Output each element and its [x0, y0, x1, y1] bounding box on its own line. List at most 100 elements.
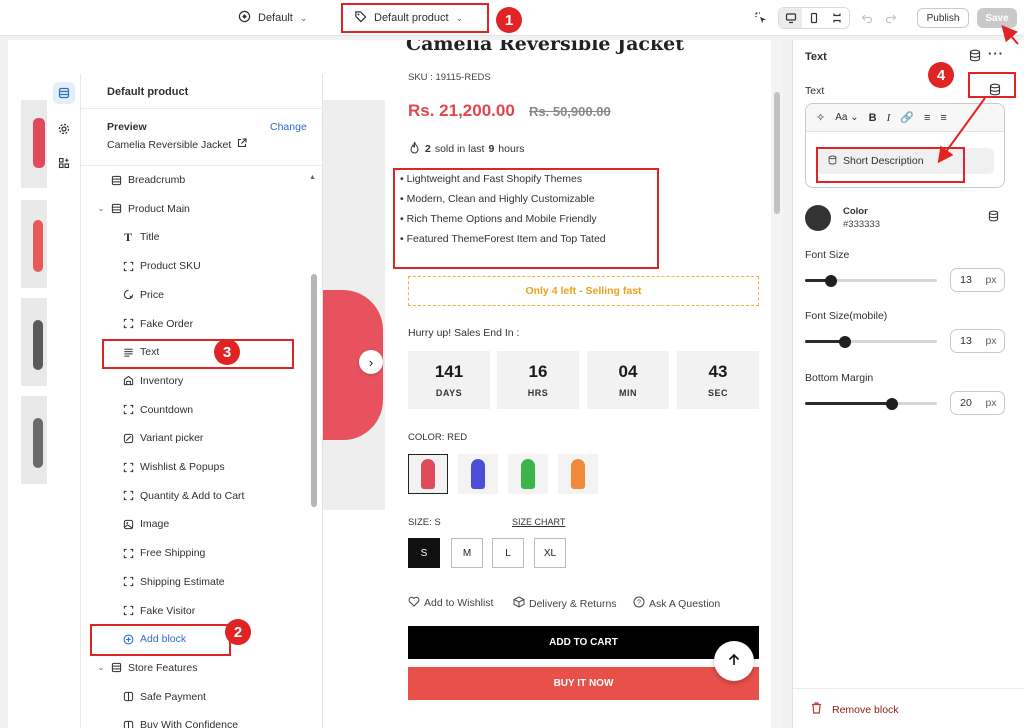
sidebar-item-countdown[interactable]: Countdown	[81, 396, 309, 424]
sidebar-item-product-main[interactable]: ⌄ Product Main	[81, 195, 309, 223]
numbered-list-icon[interactable]: ≡	[940, 112, 946, 124]
color-label: COLOR: RED	[408, 432, 468, 443]
undo-icon[interactable]	[858, 9, 876, 27]
inventory-icon	[121, 374, 135, 388]
sidebar-item-wishlist-popups[interactable]: Wishlist & Popups	[81, 453, 309, 481]
color-swatch-green[interactable]	[508, 454, 548, 494]
theme-selector[interactable]: Default ⌄	[238, 0, 307, 36]
chevron-down-icon[interactable]: ⌄	[95, 663, 107, 672]
redo-icon[interactable]	[882, 9, 900, 27]
change-preview-link[interactable]: Change	[270, 121, 307, 133]
annotation-number: 3	[214, 339, 240, 365]
sidebar-item-safe-payment[interactable]: Safe Payment	[81, 683, 309, 711]
scroll-up-icon: ▲	[309, 174, 316, 181]
scroll-top-button[interactable]	[714, 641, 754, 681]
italic-icon[interactable]: I	[887, 112, 891, 124]
save-button[interactable]: Save	[977, 8, 1017, 28]
color-dynamic-source-icon[interactable]	[988, 210, 999, 225]
editor-toolbar: ✧ Aa ⌄ B I 🔗 ≡ ≡	[806, 104, 1004, 132]
annotation-box-template	[341, 3, 489, 33]
sidebar-item-product-sku[interactable]: Product SKU	[81, 252, 309, 280]
next-image-button[interactable]: ›	[359, 350, 383, 374]
slider-knob[interactable]	[825, 275, 838, 287]
color-picker-swatch[interactable]	[805, 205, 831, 231]
block-icon	[121, 259, 135, 273]
sidebar-item-label: Safe Payment	[140, 690, 206, 703]
sidebar-item-inventory[interactable]: Inventory	[81, 367, 309, 395]
slider-track	[844, 340, 937, 343]
slider-knob[interactable]	[886, 398, 899, 410]
product-title: Camelia Reversible Jacket	[406, 40, 685, 55]
settings-gear-icon[interactable]	[53, 118, 75, 140]
block-settings-panel: Text ··· Text ✧ Aa ⌄ B I 🔗 ≡ ≡ Short Des…	[792, 40, 1024, 728]
product-main-image: ›	[323, 100, 385, 510]
sidebar-item-variant-picker[interactable]: Variant picker	[81, 424, 309, 452]
sidebar-item-price[interactable]: Price	[81, 281, 309, 309]
desktop-icon[interactable]	[779, 8, 803, 28]
bullet-list-icon[interactable]: ≡	[924, 112, 930, 124]
fullscreen-icon[interactable]	[826, 8, 849, 28]
ask-question-link[interactable]: ? Ask A Question	[633, 596, 720, 611]
countdown-days: 141 DAYS	[408, 351, 490, 409]
sidebar-item-shipping-estimate[interactable]: Shipping Estimate	[81, 568, 309, 596]
sidebar-item-breadcrumb[interactable]: Breadcrumb	[81, 166, 309, 194]
font-size-label: Font Size	[805, 249, 850, 261]
sidebar-item-label: Buy With Confidence	[140, 719, 239, 728]
remove-block-button[interactable]: Remove block	[811, 702, 899, 717]
apps-icon[interactable]	[53, 152, 75, 174]
book-icon	[121, 718, 135, 728]
heart-icon	[408, 596, 420, 610]
arrow-up-icon	[727, 653, 741, 670]
wishlist-link[interactable]: Add to Wishlist	[408, 596, 493, 610]
publish-button[interactable]: Publish	[917, 8, 969, 28]
add-to-cart-button[interactable]: ADD TO CART	[408, 626, 759, 659]
sold-counter: 2 sold in last 9 hours	[408, 141, 525, 157]
sidebar-item-image[interactable]: Image	[81, 510, 309, 538]
bold-icon[interactable]: B	[869, 112, 877, 124]
sidebar-item-buy-with-confidence[interactable]: Buy With Confidence	[81, 711, 309, 728]
block-icon	[121, 575, 135, 589]
dynamic-source-icon[interactable]	[969, 49, 981, 65]
sidebar-item-quantity-add-to-cart[interactable]: Quantity & Add to Cart	[81, 482, 309, 510]
size-option-l[interactable]: L	[492, 538, 524, 568]
font-size-field[interactable]: 13 px	[950, 268, 1005, 292]
sidebar-item-free-shipping[interactable]: Free Shipping	[81, 539, 309, 567]
mobile-icon[interactable]	[802, 8, 825, 28]
inspector-icon[interactable]	[752, 9, 770, 27]
color-swatch-blue[interactable]	[458, 454, 498, 494]
sections-icon[interactable]	[53, 82, 75, 104]
sidebar-item-label: Variant picker	[140, 432, 204, 445]
sidebar-item-label: Product SKU	[140, 260, 201, 273]
size-option-s[interactable]: S	[408, 538, 440, 568]
bottom-margin-field[interactable]: 20 px	[950, 391, 1005, 415]
size-chart-link[interactable]: SIZE CHART	[512, 517, 565, 527]
annotation-box-text-block	[102, 339, 294, 369]
sidebar-item-fake-visitor[interactable]: Fake Visitor	[81, 597, 309, 625]
sidebar-scroll-thumb[interactable]	[311, 274, 317, 507]
font-style-icon[interactable]: Aa ⌄	[835, 112, 858, 123]
link-icon[interactable]: 🔗	[900, 111, 914, 124]
size-option-xl[interactable]: XL	[534, 538, 566, 568]
font-size-mobile-field[interactable]: 13 px	[950, 329, 1005, 353]
panel-title: Text	[805, 51, 827, 63]
sidebar-item-store-features[interactable]: ⌄ Store Features	[81, 654, 309, 682]
buy-now-button[interactable]: BUY IT NOW	[408, 667, 759, 700]
sidebar-item-label: Wishlist & Popups	[140, 461, 225, 473]
canvas-scrollbar[interactable]	[771, 40, 783, 728]
slider-knob[interactable]	[838, 336, 851, 348]
editor-icon-strip	[47, 74, 81, 728]
preview-product-link[interactable]: Camelia Reversible Jacket	[107, 138, 247, 151]
sold-count: 2	[425, 143, 431, 155]
delivery-returns-link[interactable]: Delivery & Returns	[513, 596, 617, 611]
ai-sparkle-icon[interactable]: ✧	[816, 111, 825, 124]
compare-price: Rs. 50,900.00	[529, 104, 611, 119]
sidebar-item-fake-order[interactable]: Fake Order	[81, 310, 309, 338]
chevron-down-icon[interactable]: ⌄	[95, 204, 107, 213]
size-option-m[interactable]: M	[451, 538, 483, 568]
block-icon	[121, 460, 135, 474]
more-options-icon[interactable]: ···	[988, 46, 1004, 61]
swatch-figure	[571, 459, 585, 489]
sidebar-item-title[interactable]: T Title	[81, 223, 309, 251]
color-swatch-red[interactable]	[408, 454, 448, 494]
color-swatch-orange[interactable]	[558, 454, 598, 494]
